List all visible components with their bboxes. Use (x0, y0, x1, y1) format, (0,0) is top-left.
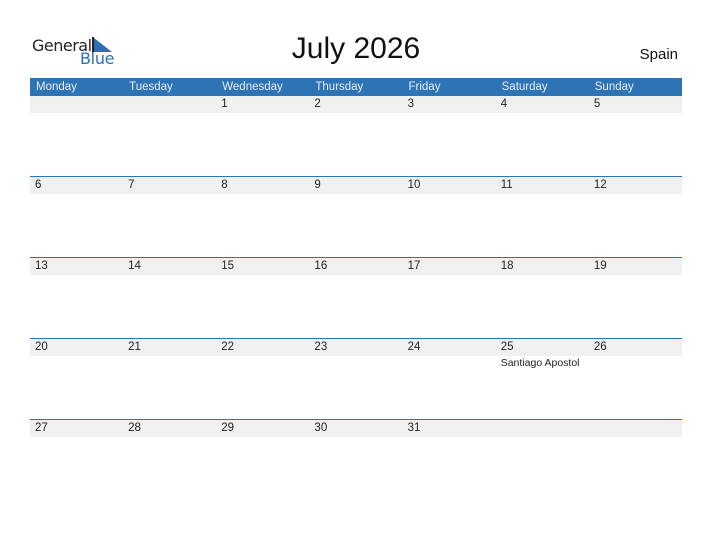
day-number: 4 (500, 98, 508, 110)
holiday-label: Santiago Apostol (500, 357, 580, 369)
week-row: 20 21 22 23 24 25 Santiago Apostol 26 (30, 338, 682, 420)
day-cell: 31 (403, 420, 496, 501)
day-cell: 16 (309, 258, 402, 339)
country-label: Spain (639, 46, 678, 63)
day-number: 2 (314, 98, 321, 110)
day-number: 14 (128, 260, 141, 272)
day-number: 20 (35, 341, 48, 353)
day-cell (496, 420, 589, 501)
day-cell: 12 (589, 177, 682, 258)
day-cell: 11 (496, 177, 589, 258)
day-number: 27 (35, 422, 48, 434)
day-number: 13 (35, 260, 48, 272)
day-cell (30, 96, 123, 177)
day-cell: 2 (309, 96, 402, 177)
day-cell: 6 (30, 177, 123, 258)
calendar-title: July 2026 (291, 32, 421, 65)
day-cell (123, 96, 216, 177)
weekday-header: Monday Tuesday Wednesday Thursday Friday… (30, 78, 682, 96)
day-number: 25 (500, 341, 514, 353)
day-cell: 20 (30, 339, 123, 420)
weekday-tuesday: Tuesday (129, 81, 173, 93)
day-number: 23 (314, 341, 328, 353)
day-cell: 15 (216, 258, 309, 339)
day-number: 18 (500, 260, 514, 272)
day-cell: 25 Santiago Apostol (496, 339, 589, 420)
day-number: 24 (407, 341, 421, 353)
day-number: 29 (221, 422, 235, 434)
weekday-sunday: Sunday (594, 81, 634, 93)
day-number: 9 (314, 179, 321, 191)
day-cell (589, 420, 682, 501)
day-cell: 9 (309, 177, 402, 258)
day-cell: 3 (403, 96, 496, 177)
day-cell: 8 (216, 177, 309, 258)
day-number: 1 (221, 98, 228, 110)
day-number: 15 (221, 260, 235, 272)
day-number: 7 (128, 179, 135, 191)
day-cell: 30 (309, 420, 402, 501)
day-cell: 14 (123, 258, 216, 339)
week-row: 6 7 8 9 10 11 12 (30, 176, 682, 258)
day-number: 28 (128, 422, 141, 434)
day-number: 31 (407, 422, 421, 434)
day-number: 26 (593, 341, 607, 353)
day-cell: 1 (216, 96, 309, 177)
weekday-wednesday: Wednesday (222, 81, 283, 93)
day-cell: 10 (403, 177, 496, 258)
day-cell: 13 (30, 258, 123, 339)
day-number: 11 (500, 179, 513, 191)
weekday-friday: Friday (408, 81, 441, 93)
day-cell: 23 (309, 339, 402, 420)
day-cell: 24 (403, 339, 496, 420)
day-cell: 17 (403, 258, 496, 339)
day-cell: 18 (496, 258, 589, 339)
day-cell: 22 (216, 339, 309, 420)
day-cell: 28 (123, 420, 216, 501)
day-cell: 4 (496, 96, 589, 177)
week-row: 27 28 29 30 31 (30, 419, 682, 501)
weekday-thursday: Thursday (315, 81, 364, 93)
day-number: 22 (221, 341, 235, 353)
week-row: 1 2 3 4 5 (30, 96, 682, 177)
day-number: 17 (407, 260, 421, 272)
day-cell: 19 (589, 258, 682, 339)
weekday-saturday: Saturday (501, 81, 548, 93)
day-cell: 27 (30, 420, 123, 501)
day-cell: 29 (216, 420, 309, 501)
day-number: 12 (593, 179, 607, 191)
day-number: 8 (221, 179, 228, 191)
day-number: 21 (128, 341, 141, 353)
day-number: 19 (593, 260, 607, 272)
day-cell: 26 (589, 339, 682, 420)
weekday-monday: Monday (36, 81, 77, 93)
day-number: 10 (407, 179, 421, 191)
day-cell: 7 (123, 177, 216, 258)
day-number: 16 (314, 260, 328, 272)
day-cell: 5 (589, 96, 682, 177)
day-number: 5 (593, 98, 601, 110)
day-number: 6 (35, 179, 42, 191)
day-number: 3 (407, 98, 414, 110)
day-number: 30 (314, 422, 328, 434)
week-row: 13 14 15 16 17 18 19 (30, 257, 682, 339)
day-cell: 21 (123, 339, 216, 420)
